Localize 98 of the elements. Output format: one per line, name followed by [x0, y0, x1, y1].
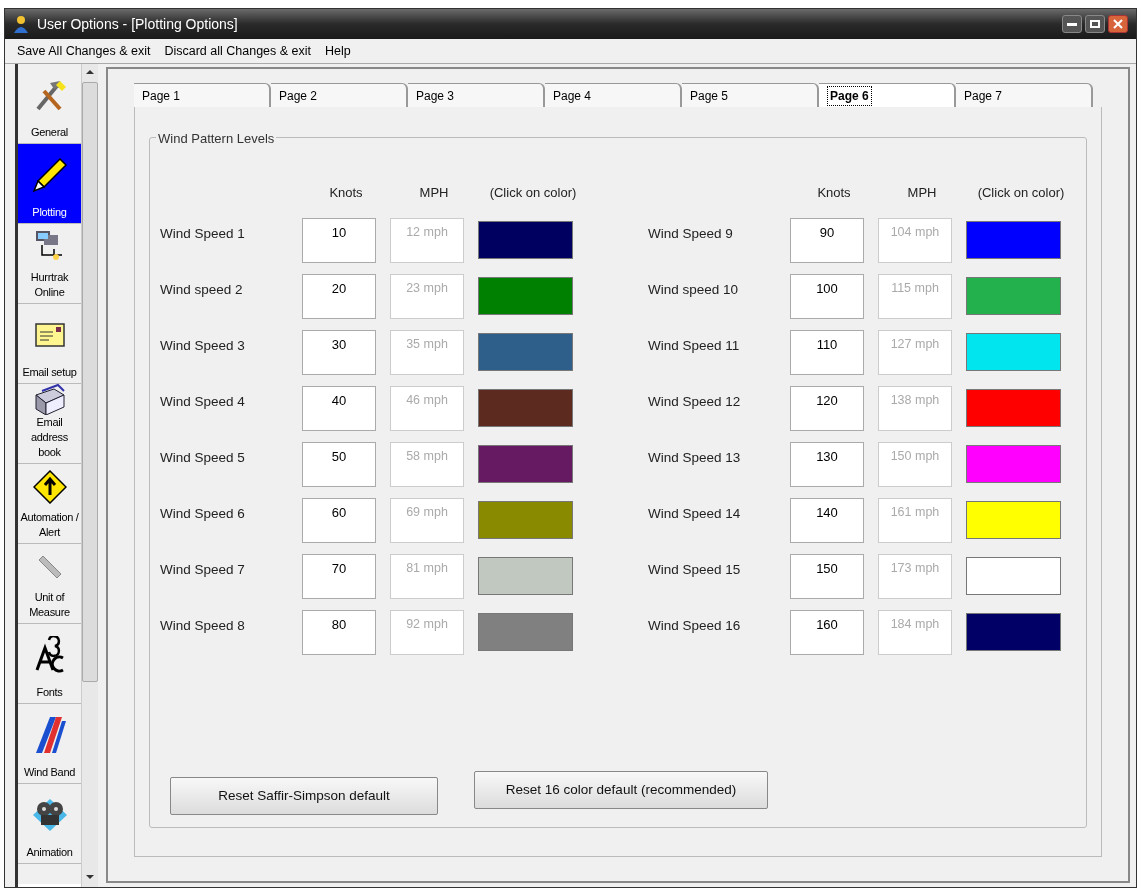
- window-title: User Options - [Plotting Options]: [37, 14, 238, 34]
- sidebar-item[interactable]: Plotting: [18, 144, 81, 224]
- scroll-thumb[interactable]: [82, 82, 98, 682]
- sidebar-item[interactable]: General: [18, 64, 81, 144]
- color-swatch[interactable]: [966, 613, 1061, 651]
- warning-sign-icon: [32, 470, 67, 504]
- sidebar-label: Hurrtrak Online: [29, 270, 70, 300]
- color-swatch[interactable]: [966, 221, 1061, 259]
- tab[interactable]: Page 2: [271, 83, 408, 107]
- sidebar-item[interactable]: Unit of Measure: [18, 544, 81, 624]
- knots-field[interactable]: 160: [790, 610, 864, 655]
- wind-speed-label: Wind Speed 3: [160, 337, 246, 355]
- knots-field[interactable]: 30: [302, 330, 376, 375]
- column-header: MPH: [418, 184, 450, 203]
- column-header: Knots: [816, 184, 852, 203]
- sidebar-label: Unit of Measure: [28, 590, 71, 620]
- close-button[interactable]: [1108, 15, 1128, 33]
- color-swatch[interactable]: [478, 501, 573, 539]
- knots-field[interactable]: 120: [790, 386, 864, 431]
- sidebar-item[interactable]: Email address book: [18, 384, 81, 464]
- sidebar-label: Automation / Alert: [19, 510, 80, 540]
- color-swatch[interactable]: [478, 333, 573, 371]
- sidebar-label: Plotting: [31, 205, 68, 220]
- knots-field[interactable]: 90: [790, 218, 864, 263]
- sidebar-item[interactable]: Animation: [18, 784, 81, 864]
- close-icon: [1113, 19, 1123, 29]
- wind-speed-label: Wind Speed 11: [648, 337, 741, 355]
- tab[interactable]: Page 3: [408, 83, 545, 107]
- color-swatch[interactable]: [478, 445, 573, 483]
- wind-speed-label: Wind Speed 7: [160, 561, 246, 579]
- wind-speed-label: Wind Speed 14: [648, 505, 742, 523]
- color-swatch[interactable]: [478, 389, 573, 427]
- sidebar-item[interactable]: Email setup: [18, 304, 81, 384]
- scroll-up-icon[interactable]: [86, 70, 94, 74]
- menu-item[interactable]: Help: [325, 41, 351, 61]
- sidebar-item[interactable]: Fonts: [18, 624, 81, 704]
- column-header: (Click on color): [976, 184, 1066, 203]
- column-header: (Click on color): [488, 184, 578, 203]
- knots-field[interactable]: 40: [302, 386, 376, 431]
- sidebar-item[interactable]: Automation / Alert: [18, 464, 81, 544]
- envelope-icon: [34, 322, 65, 347]
- knots-field[interactable]: 20: [302, 274, 376, 319]
- wind-speed-label: Wind Speed 6: [160, 505, 246, 523]
- tab[interactable]: Page 7: [956, 83, 1093, 107]
- color-swatch[interactable]: [966, 333, 1061, 371]
- tab[interactable]: Page 5: [682, 83, 819, 107]
- minimize-button[interactable]: [1062, 15, 1082, 33]
- wind-speed-label: Wind speed 10: [648, 281, 740, 299]
- menu-item[interactable]: Discard all Changes & exit: [164, 41, 312, 61]
- knots-field[interactable]: 140: [790, 498, 864, 543]
- knots-field[interactable]: 50: [302, 442, 376, 487]
- wind-speed-label: Wind Speed 12: [648, 393, 742, 411]
- knots-field[interactable]: 110: [790, 330, 864, 375]
- knots-field[interactable]: 150: [790, 554, 864, 599]
- sidebar-item[interactable]: Wind Band: [18, 704, 81, 784]
- knots-field[interactable]: 100: [790, 274, 864, 319]
- sidebar-label: Email address book: [29, 415, 69, 460]
- column-header: Knots: [328, 184, 364, 203]
- sidebar-label: Fonts: [35, 685, 64, 700]
- wind-speed-label: Wind Speed 1: [160, 225, 246, 243]
- reset-button[interactable]: Reset 16 color default (recommended): [474, 771, 768, 809]
- color-swatch[interactable]: [478, 557, 573, 595]
- color-swatch[interactable]: [966, 277, 1061, 315]
- color-swatch[interactable]: [966, 557, 1061, 595]
- wind-speed-label: Wind speed 2: [160, 281, 244, 299]
- knots-field[interactable]: 60: [302, 498, 376, 543]
- wind-speed-label: Wind Speed 9: [648, 225, 734, 243]
- knots-field[interactable]: 130: [790, 442, 864, 487]
- user-icon: [13, 15, 29, 33]
- sidebar-label: Wind Band: [22, 765, 77, 780]
- wind-speed-label: Wind Speed 5: [160, 449, 246, 467]
- scroll-down-icon[interactable]: [86, 875, 94, 879]
- color-swatch[interactable]: [478, 221, 573, 259]
- wind-speed-label: Wind Speed 13: [648, 449, 742, 467]
- knots-field[interactable]: 70: [302, 554, 376, 599]
- menu-item[interactable]: Save All Changes & exit: [17, 41, 151, 61]
- color-swatch[interactable]: [966, 501, 1061, 539]
- knots-field[interactable]: 10: [302, 218, 376, 263]
- wind-speed-label: Wind Speed 16: [648, 617, 742, 635]
- knots-field[interactable]: 80: [302, 610, 376, 655]
- scrollbar[interactable]: [81, 64, 98, 887]
- tab[interactable]: Page 1: [134, 83, 271, 107]
- color-swatch[interactable]: [966, 389, 1061, 427]
- sidebar-label: General: [29, 125, 69, 140]
- color-swatch[interactable]: [478, 277, 573, 315]
- maximize-button[interactable]: [1085, 15, 1105, 33]
- sidebar-item[interactable]: Hurrtrak Online: [18, 224, 81, 304]
- sidebar-label: Email setup: [21, 365, 78, 380]
- column-header: MPH: [906, 184, 938, 203]
- wind-speed-label: Wind Speed 8: [160, 617, 246, 635]
- color-swatch[interactable]: [966, 445, 1061, 483]
- sidebar-label: Animation: [25, 845, 74, 860]
- wind-speed-label: Wind Speed 15: [648, 561, 742, 579]
- reset-button[interactable]: Reset Saffir-Simpson default: [170, 777, 438, 815]
- tab[interactable]: Page 4: [545, 83, 682, 107]
- tab[interactable]: Page 6: [819, 83, 956, 107]
- color-swatch[interactable]: [478, 613, 573, 651]
- wind-speed-label: Wind Speed 4: [160, 393, 246, 411]
